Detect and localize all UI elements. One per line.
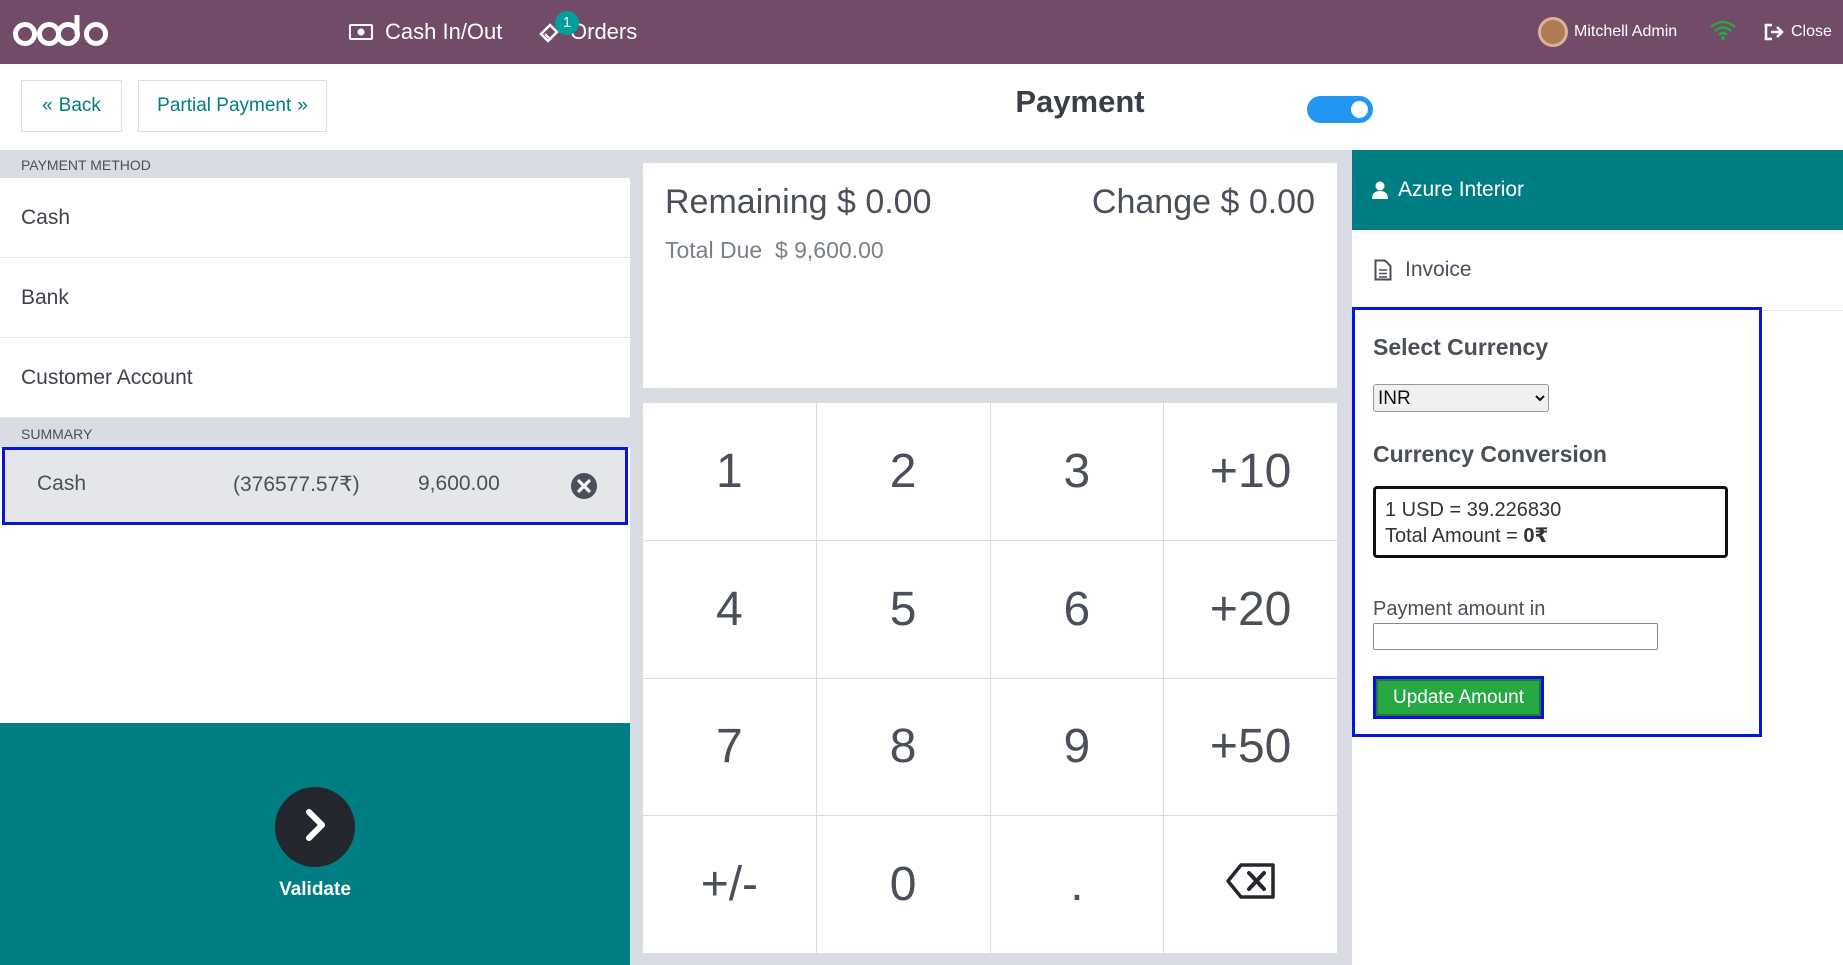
numpad-key-4[interactable]: 4 — [643, 540, 816, 678]
odoo-logo[interactable] — [12, 12, 117, 52]
invoice-toggle[interactable]: Invoice — [1352, 230, 1843, 311]
currency-conversion-title: Currency Conversion — [1373, 441, 1607, 467]
customer-button[interactable]: Azure Interior — [1352, 150, 1843, 230]
numpad-key-5[interactable]: 5 — [816, 540, 990, 678]
currency-select[interactable]: INR — [1373, 384, 1549, 412]
cash-in-out-label: Cash In/Out — [385, 19, 503, 44]
orders-label: Orders — [570, 19, 638, 44]
top-navbar: Cash In/Out Orders 1 Mitchell Admin Clos… — [0, 0, 1843, 64]
close-button[interactable]: Close — [1764, 0, 1832, 64]
user-icon — [1372, 181, 1388, 199]
customer-name: Azure Interior — [1398, 178, 1525, 201]
cash-in-out-button[interactable]: Cash In/Out — [349, 0, 502, 64]
user-name: Mitchell Admin — [1574, 23, 1678, 40]
conversion-rate: 1 USD = 39.226830 — [1385, 499, 1562, 521]
numpad-key-plus50[interactable]: +50 — [1164, 678, 1337, 816]
change-amount: Change $ 0.00 — [1091, 183, 1315, 221]
numpad-key-0[interactable]: 0 — [816, 816, 990, 953]
remove-payment-icon[interactable] — [570, 472, 598, 506]
numpad-key-sign[interactable]: +/- — [643, 816, 816, 953]
payment-method-customer-account[interactable]: Customer Account — [0, 338, 630, 418]
user-menu[interactable]: Mitchell Admin — [1538, 0, 1677, 64]
total-amount-prefix: Total Amount = — [1385, 525, 1524, 547]
summary-header: SUMMARY — [0, 418, 630, 448]
remaining-amount: Remaining $ 0.00 — [665, 183, 932, 221]
payment-amount-input[interactable] — [1373, 623, 1658, 650]
payment-method-header: PAYMENT METHOD — [0, 150, 630, 178]
numpad-key-9[interactable]: 9 — [990, 678, 1164, 816]
orders-count-badge: 1 — [555, 11, 579, 35]
numpad-key-decimal[interactable]: . — [990, 816, 1164, 953]
validate-button[interactable] — [275, 787, 355, 867]
payment-line[interactable]: Cash (376577.57₹) 9,600.00 — [2, 447, 628, 525]
control-bar: « Back Partial Payment » — [0, 64, 1843, 151]
update-amount-button[interactable]: Update Amount — [1373, 676, 1544, 719]
numpad-key-plus10[interactable]: +10 — [1164, 403, 1337, 540]
total-amount-value: 0₹ — [1523, 525, 1549, 547]
numpad-key-7[interactable]: 7 — [643, 678, 816, 816]
numpad-key-backspace[interactable] — [1164, 816, 1337, 953]
chevron-right-icon — [300, 807, 330, 848]
payment-line-converted: (376577.57₹) — [233, 473, 360, 496]
wifi-icon — [1709, 19, 1737, 46]
numpad-key-2[interactable]: 2 — [816, 403, 990, 540]
select-currency-title: Select Currency — [1373, 334, 1549, 360]
toggle-knob — [1351, 101, 1368, 118]
connection-status[interactable] — [1709, 0, 1737, 64]
payment-line-method: Cash — [37, 472, 87, 495]
numpad-key-plus20[interactable]: +20 — [1164, 540, 1337, 678]
back-button[interactable]: « Back — [21, 80, 122, 132]
conversion-details: 1 USD = 39.226830 Total Amount = 0₹ — [1373, 486, 1728, 558]
invoice-label: Invoice — [1405, 258, 1472, 281]
numpad: 1 2 3 +10 4 5 6 +20 7 8 9 +50 +/- 0 . — [643, 403, 1337, 953]
validate-label: Validate — [279, 879, 351, 900]
payment-status: Remaining $ 0.00 Change $ 0.00 Total Due… — [643, 163, 1337, 388]
partial-payment-button[interactable]: Partial Payment » — [138, 80, 327, 132]
avatar — [1538, 17, 1568, 47]
payment-method-bank[interactable]: Bank — [0, 258, 630, 338]
validate-area[interactable]: Validate — [0, 723, 630, 965]
numpad-key-8[interactable]: 8 — [816, 678, 990, 816]
payment-methods-panel: PAYMENT METHOD Cash Bank Customer Accoun… — [0, 150, 630, 965]
currency-conversion-panel: Select Currency INR Currency Conversion … — [1352, 307, 1762, 737]
file-icon — [1374, 259, 1392, 281]
numpad-key-3[interactable]: 3 — [990, 403, 1164, 540]
page-title: Payment — [1015, 84, 1145, 119]
numpad-key-6[interactable]: 6 — [990, 540, 1164, 678]
back-label: Back — [58, 95, 101, 116]
sign-out-icon — [1764, 23, 1786, 41]
backspace-icon — [1225, 857, 1277, 912]
close-label: Close — [1791, 23, 1832, 40]
total-amount-line: Total Amount = 0₹ — [1385, 523, 1716, 549]
total-due: Total Due $ 9,600.00 — [665, 237, 884, 263]
payment-line-amount: 9,600.00 — [418, 472, 500, 495]
payment-method-cash[interactable]: Cash — [0, 178, 630, 258]
double-chevron-right-icon: » — [297, 95, 308, 116]
numpad-key-1[interactable]: 1 — [643, 403, 816, 540]
money-icon — [349, 23, 373, 41]
payment-toggle[interactable] — [1307, 96, 1373, 123]
partial-payment-label: Partial Payment — [157, 95, 292, 116]
double-chevron-left-icon: « — [42, 95, 53, 116]
orders-button[interactable]: Orders — [538, 0, 637, 64]
payment-amount-label: Payment amount in — [1373, 598, 1546, 620]
